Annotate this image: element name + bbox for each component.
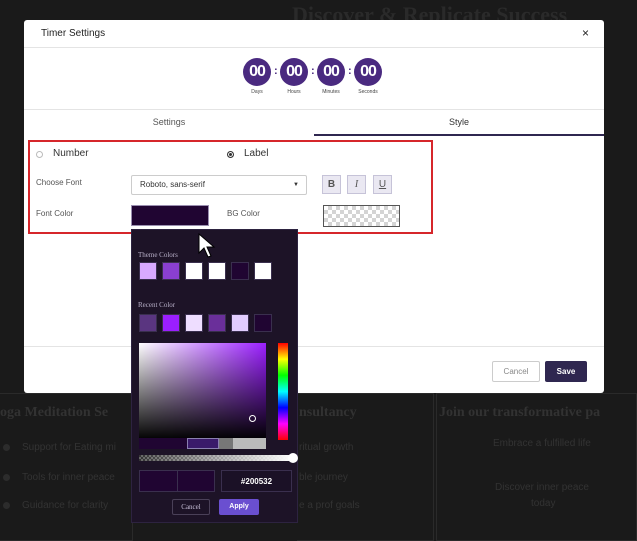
recent-color-chip[interactable] [254,314,272,332]
timer-hours: 00 Hours [280,58,308,95]
hex-input[interactable] [221,470,292,492]
color-preview [139,470,215,492]
recent-color-chip[interactable] [231,314,249,332]
background-card-title: oga Meditation Se [0,405,109,420]
recent-color-chip[interactable] [208,314,226,332]
bg-color-swatch[interactable] [323,205,400,227]
italic-button[interactable]: I [347,175,366,194]
picker-cancel-button[interactable]: Cancel [172,499,210,515]
choose-font-label: Choose Font [36,178,82,187]
theme-color-chip[interactable] [254,262,272,280]
radio-number[interactable] [36,151,43,158]
background-card-line: Support for Eating mi [22,442,116,453]
timer-minutes-value: 00 [317,58,345,86]
timer-separator: : [274,65,278,77]
history-color-chip[interactable] [139,438,187,449]
recent-color-chip[interactable] [139,314,157,332]
theme-color-chip[interactable] [208,262,226,280]
color-picker-popup: Theme Colors Recent Color Cancel Apply [131,229,298,523]
radio-number-label: Number [53,148,89,159]
bullet-icon [3,502,10,509]
preview-divider [177,471,178,491]
bg-color-label: BG Color [227,209,260,218]
recent-colors-title: Recent Color [138,301,176,309]
timer-seconds: 00 Seconds [354,58,382,95]
background-card-line: e a prof goals [299,500,360,511]
font-color-label: Font Color [36,209,74,218]
background-card-line: Discover inner peace [495,482,589,493]
tab-bar: Settings Style [24,109,604,136]
timer-days: 00 Days [243,58,271,95]
theme-color-chip[interactable] [139,262,157,280]
background-card: nsultancy ritual growth ble journey e a … [297,393,434,541]
modal-footer: Cancel Save [24,346,604,393]
bullet-icon [3,474,10,481]
font-select-value: Roboto, sans-serif [140,180,205,189]
timer-seconds-value: 00 [354,58,382,86]
alpha-slider[interactable] [139,455,292,461]
recent-color-chip[interactable] [185,314,203,332]
background-card: Join our transformative pa Embrace a ful… [436,393,637,541]
timer-minutes-label: Minutes [322,89,340,95]
background-card-line: Embrace a fulfilled life [493,438,591,449]
chevron-down-icon: ▼ [293,182,299,188]
saturation-handle[interactable] [249,415,256,422]
timer-preview: 00 Days : 00 Hours : 00 Minutes : 00 Sec… [243,58,383,100]
modal-header: Timer Settings × [24,20,604,48]
background-card-title: Join our transformative pa [439,405,601,420]
history-color-chip[interactable] [233,438,266,449]
picker-apply-button[interactable]: Apply [219,499,259,515]
timer-hours-value: 00 [280,58,308,86]
radio-label-label: Label [244,148,269,159]
background-card-title: nsultancy [299,405,357,420]
background-card: oga Meditation Se Support for Eating mi … [0,393,133,541]
timer-separator: : [348,65,352,77]
timer-settings-modal: Timer Settings × 00 Days : 00 Hours : 00… [24,20,604,393]
hue-slider[interactable] [278,343,288,440]
background-card-line: Tools for inner peace [22,472,115,483]
timer-hours-label: Hours [287,89,301,95]
tab-style[interactable]: Style [314,110,604,136]
background-card-line: ble journey [299,472,348,483]
modal-title: Timer Settings [41,28,106,39]
background-card-line: Guidance for clarity [22,500,109,511]
timer-days-value: 00 [243,58,271,86]
theme-color-chip[interactable] [185,262,203,280]
recent-color-chip[interactable] [162,314,180,332]
theme-color-chip[interactable] [162,262,180,280]
history-color-chip[interactable] [187,438,219,449]
background-card-line: ritual growth [299,442,354,453]
save-button[interactable]: Save [545,361,587,382]
timer-minutes: 00 Minutes [317,58,345,95]
color-history-strip [139,438,266,449]
bullet-icon [3,444,10,451]
history-color-chip[interactable] [219,438,233,449]
timer-separator: : [311,65,315,77]
font-select[interactable]: Roboto, sans-serif ▼ [131,175,307,195]
tab-settings[interactable]: Settings [24,110,314,136]
underline-button[interactable]: U [373,175,392,194]
theme-color-chip[interactable] [231,262,249,280]
close-icon[interactable]: × [582,26,589,40]
theme-colors-title: Theme Colors [138,251,178,259]
font-color-swatch[interactable] [131,205,209,226]
background-card-line: today [531,498,556,509]
timer-days-label: Days [251,89,263,95]
alpha-handle[interactable] [288,453,298,463]
cancel-button[interactable]: Cancel [492,361,540,382]
saturation-area[interactable] [139,343,266,440]
radio-label[interactable] [227,151,234,158]
bold-button[interactable]: B [322,175,341,194]
timer-seconds-label: Seconds [358,89,378,95]
